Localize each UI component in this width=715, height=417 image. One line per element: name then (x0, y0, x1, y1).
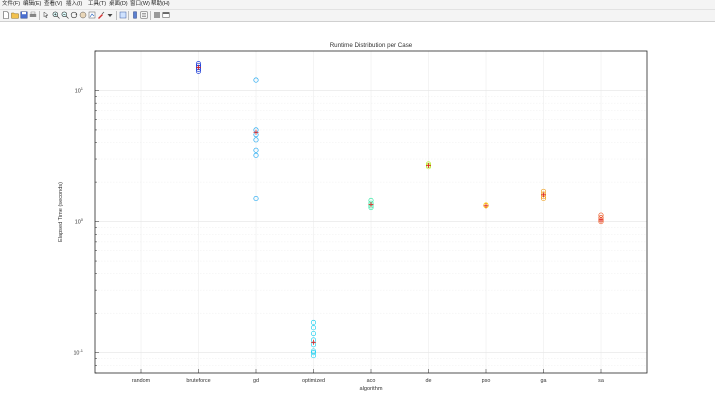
menu-file[interactable]: 文件(F) (2, 0, 20, 9)
new-file-icon[interactable] (2, 11, 10, 19)
menu-view[interactable]: 查看(V) (44, 0, 62, 9)
hide-tools-icon[interactable] (153, 11, 161, 19)
legend-icon[interactable] (140, 11, 148, 19)
save-icon[interactable] (20, 11, 28, 19)
menu-tools[interactable]: 工具(T) (88, 0, 106, 9)
menu-window[interactable]: 窗口(W) (130, 0, 150, 9)
chart-svg[interactable]: 10-1 100 101 random bruteforce gd optimized ac… (0, 22, 715, 417)
pan-icon[interactable] (79, 11, 87, 19)
x-tick-label: de (426, 378, 432, 384)
menu-bar: 文件(F) 编辑(E) 查看(V) 插入(I) 工具(T) 桌面(D) 窗口(W… (0, 0, 715, 10)
x-tick-label: random (132, 378, 151, 384)
toolbar-separator (39, 11, 40, 20)
x-tick-label: sa (598, 378, 604, 384)
toolbar-separator (128, 11, 129, 20)
y-tick-label: 101 (75, 86, 84, 95)
menu-help[interactable]: 帮助(H) (151, 0, 170, 9)
colorbar-icon[interactable] (131, 11, 139, 19)
figure-canvas: 10-1 100 101 random bruteforce gd optimized ac… (0, 22, 715, 417)
y-tick-label: 10-1 (73, 348, 83, 357)
link-plot-icon[interactable] (119, 11, 127, 19)
x-tick-label: ga (541, 378, 547, 384)
x-tick-label: optimized (302, 378, 325, 384)
rotate-icon[interactable] (70, 11, 78, 19)
x-ticks: random bruteforce gd optimized aco de pso ga sa (132, 369, 604, 384)
menu-edit[interactable]: 编辑(E) (23, 0, 41, 9)
x-axis-label: algorithm (359, 386, 382, 392)
toolbar-separator (150, 11, 151, 20)
dock-figure-icon[interactable] (162, 11, 170, 19)
dropdown-arrow-icon[interactable] (106, 11, 114, 19)
zoom-out-icon[interactable] (61, 11, 69, 19)
x-tick-label: pso (482, 378, 491, 384)
zoom-in-icon[interactable] (52, 11, 60, 19)
print-icon[interactable] (29, 11, 37, 19)
figure-toolbar (0, 10, 715, 22)
y-axis-label: Elapsed Time (seconds) (58, 182, 64, 242)
x-tick-label: aco (367, 378, 376, 384)
menu-desktop[interactable]: 桌面(D) (109, 0, 128, 9)
brush-icon[interactable] (97, 11, 105, 19)
x-tick-label: bruteforce (186, 378, 210, 384)
pointer-icon[interactable] (42, 11, 50, 19)
data-cursor-icon[interactable] (88, 11, 96, 19)
grid (95, 50, 647, 374)
x-tick-label: gd (253, 378, 259, 384)
open-folder-icon[interactable] (11, 11, 19, 19)
toolbar-separator (116, 11, 117, 20)
y-tick-label: 100 (75, 217, 84, 226)
menu-insert[interactable]: 插入(I) (66, 0, 82, 9)
chart-title: Runtime Distribution per Case (330, 42, 413, 49)
